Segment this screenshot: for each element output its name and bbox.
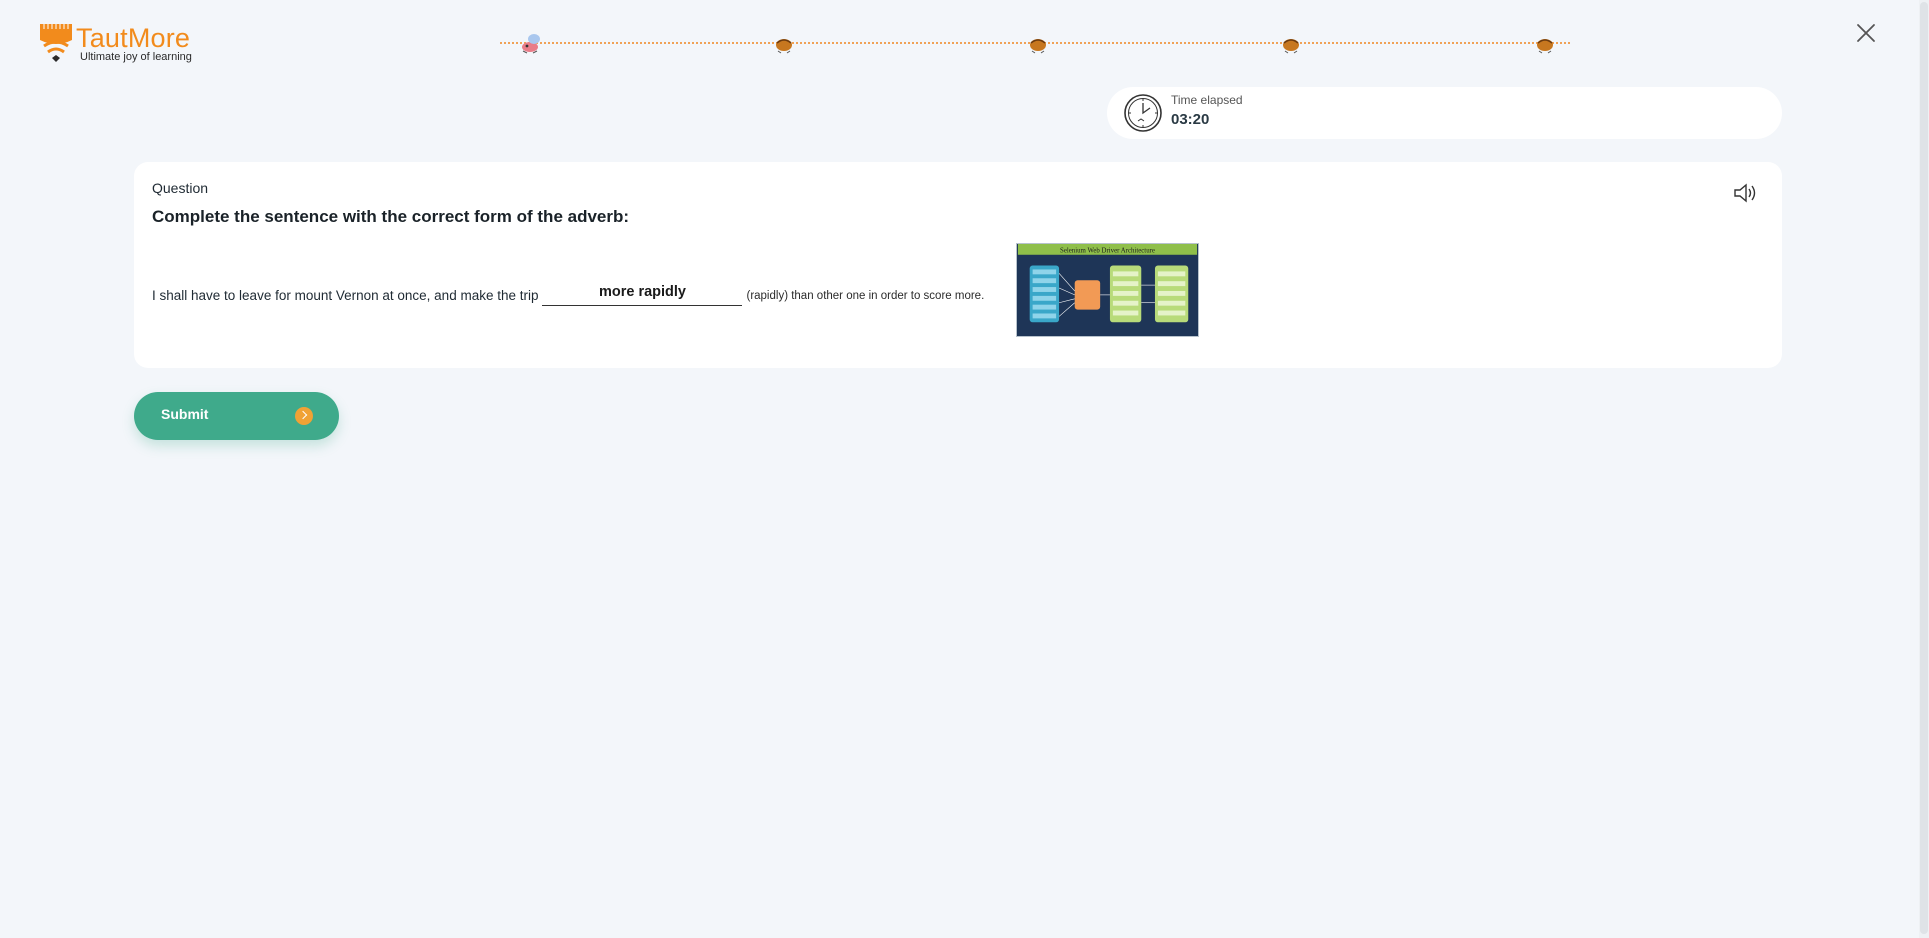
scrollbar-thumb[interactable] [1920, 2, 1928, 934]
progress-step-current-icon [522, 34, 540, 54]
brand-tagline: Ultimate joy of learning [80, 51, 192, 63]
progress-step-3-icon [1030, 39, 1046, 54]
logo-mark-icon [40, 24, 72, 62]
progress-step-5-icon [1537, 39, 1553, 54]
submit-button[interactable]: Submit [134, 392, 339, 440]
progress-step-4-icon [1283, 39, 1299, 54]
brand-logo: TautMore Ultimate joy of learning [38, 22, 218, 66]
sentence-after: (rapidly) than other one in order to sco… [746, 290, 985, 302]
answer-input[interactable] [542, 280, 743, 306]
question-card: Question Complete the sentence with the … [134, 162, 1782, 368]
question-title: Complete the sentence with the correct f… [152, 207, 630, 226]
submit-label: Submit [161, 406, 209, 422]
timer-value: 03:20 [1171, 111, 1210, 128]
timer-card: Time elapsed 03:20 [1107, 87, 1782, 139]
question-diagram-image[interactable]: Selenium Web Driver Architecture [1016, 243, 1199, 337]
timer-label: Time elapsed [1171, 93, 1243, 107]
question-label: Question [152, 180, 209, 196]
page-scrollbar[interactable] [1919, 0, 1929, 938]
diagram-title: Selenium Web Driver Architecture [1060, 247, 1155, 254]
chevron-right-icon [295, 407, 313, 425]
close-icon[interactable] [1855, 22, 1877, 44]
speaker-icon[interactable] [1732, 182, 1758, 204]
question-sentence: I shall have to leave for mount Vernon a… [152, 280, 984, 306]
sentence-before: I shall have to leave for mount Vernon a… [152, 288, 539, 303]
progress-step-2-icon [776, 39, 792, 54]
question-progress-track [500, 30, 1570, 58]
clock-icon [1124, 94, 1162, 132]
